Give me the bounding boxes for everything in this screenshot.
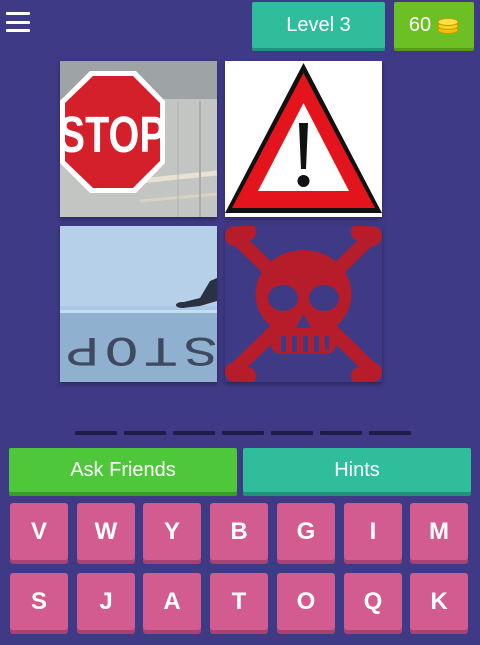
stop-sign-text: STOP [60, 106, 166, 163]
letter-key[interactable]: B [210, 503, 268, 560]
answer-slot[interactable] [320, 431, 362, 435]
answer-slot[interactable] [271, 431, 313, 435]
skull-crossbones-icon [225, 226, 382, 382]
letter-key[interactable]: T [210, 573, 268, 630]
road-stop-text: STOP [60, 325, 217, 373]
letter-key[interactable]: V [10, 503, 68, 560]
coins-badge[interactable]: 60 [394, 2, 474, 48]
hints-label: Hints [334, 458, 380, 481]
coin-stack-icon [437, 18, 459, 34]
image-tile-warning [225, 61, 382, 217]
menu-icon[interactable] [6, 12, 30, 32]
answer-slot[interactable] [173, 431, 215, 435]
letter-key[interactable]: M [410, 503, 468, 560]
letter-key[interactable]: K [410, 573, 468, 630]
letter-key[interactable]: Q [344, 573, 402, 630]
answer-slots [75, 431, 411, 435]
image-tile-road-stop: STOP [60, 226, 217, 382]
letter-key[interactable]: I [344, 503, 402, 560]
coin-count: 60 [408, 13, 432, 36]
warning-triangle-icon [225, 61, 382, 217]
ask-friends-label: Ask Friends [70, 458, 176, 481]
stop-sign-photo: STOP [60, 61, 217, 217]
level-label: Level 3 [286, 13, 351, 36]
road-marking-photo: STOP [60, 226, 217, 382]
ask-friends-button[interactable]: Ask Friends [9, 448, 237, 492]
menu-bar-bottom [6, 29, 30, 32]
answer-slot[interactable] [222, 431, 264, 435]
answer-slot[interactable] [124, 431, 166, 435]
image-tile-skull [225, 226, 382, 382]
hints-button[interactable]: Hints [243, 448, 471, 492]
letter-key[interactable]: O [277, 573, 335, 630]
letter-key[interactable]: J [77, 573, 135, 630]
letter-key[interactable]: W [77, 503, 135, 560]
image-tile-stop-sign: STOP [60, 61, 217, 217]
letter-key[interactable]: G [277, 503, 335, 560]
menu-bar-top [6, 12, 30, 15]
letter-key[interactable]: S [10, 573, 68, 630]
answer-slot[interactable] [75, 431, 117, 435]
letter-key[interactable]: A [143, 573, 201, 630]
answer-slot[interactable] [369, 431, 411, 435]
menu-bar-middle [6, 20, 30, 24]
level-badge: Level 3 [252, 2, 385, 48]
letter-key[interactable]: Y [143, 503, 201, 560]
